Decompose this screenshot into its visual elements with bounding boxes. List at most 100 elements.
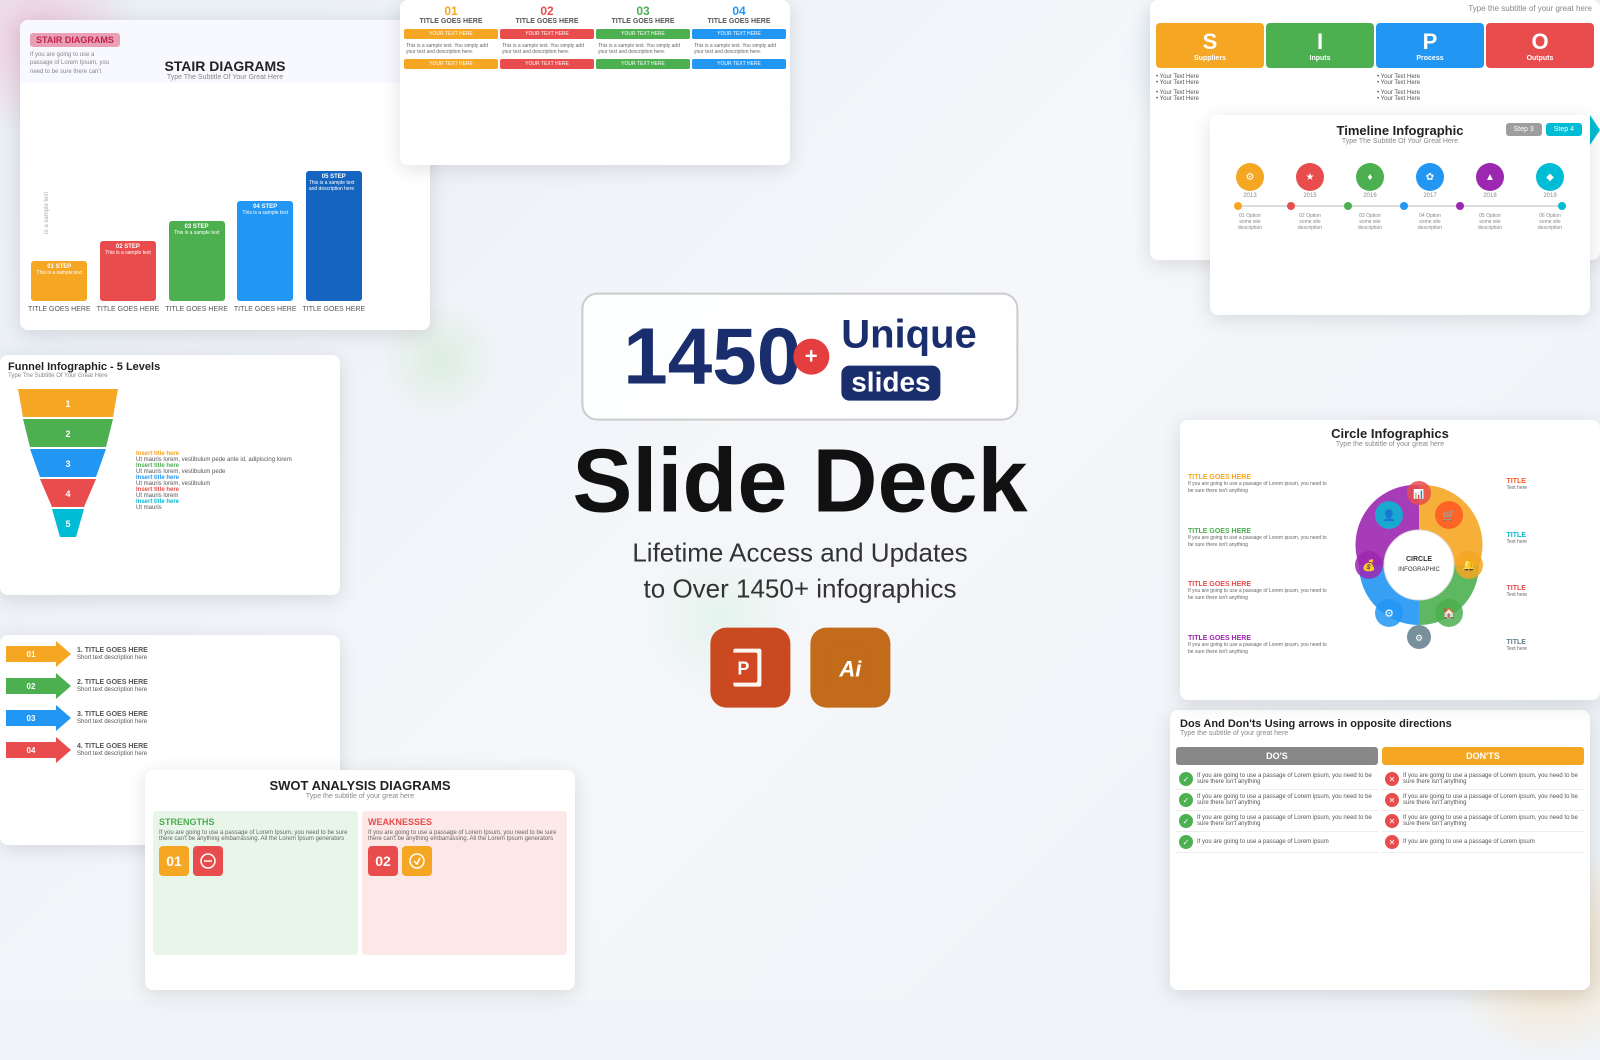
col-header-4: 04 TITLE GOES HERE — [692, 4, 786, 25]
svg-text:P: P — [737, 658, 749, 678]
swot-grid: STRENGTHS If you are going to use a pass… — [145, 803, 575, 963]
powerpoint-icon: P — [710, 627, 790, 707]
step3-badge: Step 3 — [1506, 123, 1542, 136]
circle-labels-left: TITLE GOES HERE If you are going to use … — [1188, 458, 1331, 672]
sipo-list: • Your Text Here • Your Text Here • Your… — [1156, 74, 1594, 102]
dos-row-1: ✓ If you are going to use a passage of L… — [1176, 769, 1378, 790]
sipo-s: S Suppliers — [1156, 23, 1264, 68]
svg-text:⚙: ⚙ — [1414, 633, 1422, 643]
dos-row-2: ✓ If you are going to use a passage of L… — [1176, 790, 1378, 811]
illustrator-icon: Ai — [810, 627, 890, 707]
svg-text:1: 1 — [65, 399, 70, 409]
donts-check-4: ✕ — [1385, 835, 1399, 849]
stair-label-4: TITLE GOES HERE — [234, 306, 297, 313]
donts-header: DON'TS — [1382, 747, 1584, 765]
stair-step-4: 04 STEP This is a sample text TITLE GOES… — [234, 201, 297, 313]
svg-text:4: 4 — [65, 489, 70, 499]
svg-text:🏠: 🏠 — [1442, 607, 1456, 620]
dos-row-4: ✓ If you are going to use a passage of L… — [1176, 832, 1378, 853]
svg-text:💰: 💰 — [1362, 559, 1376, 572]
sipo-p: P Process — [1376, 23, 1484, 68]
svg-text:02: 02 — [27, 682, 36, 691]
swot-weaknesses: WEAKNESSES If you are going to use a pas… — [362, 811, 567, 955]
svg-text:01: 01 — [27, 650, 36, 659]
donts-check-1: ✕ — [1385, 772, 1399, 786]
stair-step-1: 01 STEP This is a sample text TITLE GOES… — [28, 261, 91, 313]
center-hero: 1450 + Unique slides Slide Deck Lifetime… — [572, 293, 1027, 708]
dd-columns: DO'S ✓ If you are going to use a passage… — [1176, 747, 1584, 853]
weaknesses-label: STAIR DIAGRAMS — [30, 33, 120, 47]
timeline-icon-4: ✿ 2017 — [1416, 163, 1444, 199]
arrow-row-2: 02 2. TITLE GOES HERE Short text descrip… — [6, 673, 334, 699]
table-row-3: YOUR TEXT HERE YOUR TEXT HERE YOUR TEXT … — [404, 59, 786, 69]
col-header-3: 03 TITLE GOES HERE — [596, 4, 690, 25]
stair-step-2: 02 STEP This is a sample text TITLE GOES… — [97, 241, 160, 313]
dos-header: DO'S — [1176, 747, 1378, 765]
slide-count-number: 1450 — [623, 317, 801, 397]
stair-diagram-content: Is a sample text 01 STEP This is a sampl… — [20, 83, 430, 330]
sipo-boxes: S Suppliers I Inputs P Process O Outputs — [1156, 23, 1594, 68]
timeline-icon-6: ◆ 2019 — [1536, 163, 1564, 199]
funnel-content: 1 2 3 4 5 Insert title hereUt mauris lor… — [0, 381, 340, 581]
stair-box-5: 05 STEP This is a sample text and descri… — [306, 171, 362, 301]
arrow-row-4: 04 4. TITLE GOES HERE Short text descrip… — [6, 737, 334, 763]
dos-row-3: ✓ If you are going to use a passage of L… — [1176, 811, 1378, 832]
stair-step-5: 05 STEP This is a sample text and descri… — [303, 171, 366, 313]
dosdonts-card: Dos And Don'ts Using arrows in opposite … — [1170, 710, 1590, 990]
stair-label-3: TITLE GOES HERE — [165, 306, 228, 313]
svg-text:CIRCLE: CIRCLE — [1405, 556, 1431, 563]
svg-text:04: 04 — [27, 746, 36, 755]
unique-text: Unique slides — [841, 313, 977, 401]
sipo-subtitle: Type the subtitle of your great here — [1150, 0, 1600, 17]
circle-diagram: 🛒 🔔 🏠 ⚙ 💰 👤 📊 — [1339, 458, 1499, 672]
arrow-row-1: 01 1. TITLE GOES HERE Short text descrip… — [6, 641, 334, 667]
timeline-icon-3: ♦ 2016 — [1356, 163, 1384, 199]
circle-content: TITLE GOES HERE If you are going to use … — [1180, 450, 1600, 680]
svg-text:📊: 📊 — [1413, 488, 1424, 499]
swot-subtitle: Type the subtitle of your great here — [155, 793, 565, 800]
table-row-1: YOUR TEXT HERE YOUR TEXT HERE YOUR TEXT … — [404, 29, 786, 39]
donts-check-3: ✕ — [1385, 814, 1399, 828]
stair-box-2: 02 STEP This is a sample text — [100, 241, 156, 301]
timeline-content: ⚙ 2013 ★ 2015 ♦ 2016 ✿ 2017 — [1210, 153, 1590, 303]
subtitle: Lifetime Access and Updates to Over 1450… — [572, 535, 1027, 608]
svg-text:03: 03 — [27, 714, 36, 723]
arrows-list: 01 1. TITLE GOES HERE Short text descrip… — [6, 641, 334, 763]
swot-header: SWOT ANALYSIS DIAGRAMS Type the subtitle… — [145, 770, 575, 803]
donts-row-4: ✕ If you are going to use a passage of L… — [1382, 832, 1584, 853]
arrow-row-3: 03 3. TITLE GOES HERE Short text descrip… — [6, 705, 334, 731]
swot-strengths: STRENGTHS If you are going to use a pass… — [153, 811, 358, 955]
stair-box-1: 01 STEP This is a sample text — [31, 261, 87, 301]
table-headers: 01 TITLE GOES HERE 02 TITLE GOES HERE 03… — [404, 4, 786, 25]
dosdonts-content: DO'S ✓ If you are going to use a passage… — [1170, 741, 1590, 971]
timeline-steps: Step 3 Step 4 — [1506, 123, 1583, 136]
stair-label-5: TITLE GOES HERE — [303, 306, 366, 313]
sipo-content: S Suppliers I Inputs P Process O Outputs… — [1150, 17, 1600, 108]
funnel-card: Funnel Infographic - 5 Levels Type The S… — [0, 355, 340, 595]
table-row-2: This is a sample text. You simply add yo… — [404, 41, 786, 57]
stair-label-2: TITLE GOES HERE — [97, 306, 160, 313]
svg-text:🛒: 🛒 — [1442, 509, 1456, 522]
dosdonts-header: Dos And Don'ts Using arrows in opposite … — [1170, 710, 1590, 741]
dosdonts-subtitle: Type the subtitle of your great here — [1180, 730, 1580, 737]
funnel-subtitle: Type The Subtitle Of Your Great Here — [8, 373, 332, 379]
donts-check-2: ✕ — [1385, 793, 1399, 807]
donts-column: DON'TS ✕ If you are going to use a passa… — [1382, 747, 1584, 853]
swot-title: SWOT ANALYSIS DIAGRAMS — [155, 778, 565, 793]
svg-text:Ai: Ai — [838, 656, 862, 681]
sipo-i: I Inputs — [1266, 23, 1374, 68]
step4-badge: Step 4 — [1546, 123, 1582, 136]
funnel-title: Funnel Infographic - 5 Levels — [8, 361, 332, 373]
dos-check-3: ✓ — [1179, 814, 1193, 828]
svg-text:5: 5 — [65, 519, 70, 529]
timeline-subtitle: Type The Subtitle Of Your Great Here — [1218, 138, 1582, 145]
svg-text:⚙: ⚙ — [1384, 608, 1394, 620]
slides-badge: slides — [841, 366, 940, 401]
dosdonts-title: Dos And Don'ts Using arrows in opposite … — [1180, 718, 1580, 730]
stair-step-3: 03 STEP This is a sample text TITLE GOES… — [165, 221, 228, 313]
table-content: 01 TITLE GOES HERE 02 TITLE GOES HERE 03… — [400, 0, 790, 75]
timeline-icon-5: ▲ 2018 — [1476, 163, 1504, 199]
funnel-visual: 1 2 3 4 5 — [8, 389, 128, 574]
dos-check-4: ✓ — [1179, 835, 1193, 849]
donts-row-2: ✕ If you are going to use a passage of L… — [1382, 790, 1584, 811]
